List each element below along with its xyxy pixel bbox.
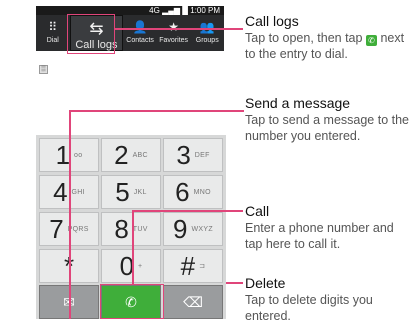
call-logs-desc: Tap to open, then tap ✆ next to the entr… — [245, 30, 414, 62]
message-leader-h — [69, 110, 244, 112]
key-digit: # — [180, 251, 196, 281]
delete-leader — [226, 282, 243, 284]
backspace-icon: ⌫ — [183, 293, 203, 310]
send-message-title: Send a message — [245, 95, 351, 111]
groups-icon: 👥 — [199, 20, 215, 34]
tab-label: Contacts — [126, 37, 154, 44]
key-digit: 2 — [114, 140, 129, 170]
key-letters: GHI — [71, 188, 85, 196]
tab-label: Groups — [195, 37, 219, 44]
send-message-desc: Tap to send a message to the number you … — [245, 113, 409, 143]
delete-title: Delete — [245, 275, 286, 291]
key-letters: ABC — [132, 151, 148, 159]
phone-icon: ✆ — [365, 35, 377, 46]
call-title: Call — [245, 203, 270, 219]
key-digit: 9 — [173, 214, 188, 244]
key-letters: + — [138, 262, 143, 270]
key-digit: 8 — [114, 214, 129, 244]
signal-icon: ▂▄▆ — [162, 6, 181, 15]
key-digit: 4 — [53, 177, 68, 207]
call-logs-title: Call logs — [245, 13, 299, 29]
battery-icon: █ — [182, 6, 188, 15]
message-leader-v — [69, 110, 71, 319]
tab-label: Favorites — [159, 37, 189, 44]
key-digit: 5 — [115, 177, 130, 207]
grid-icon[interactable]: ▒ — [39, 65, 48, 74]
status-time: 1:00 PM — [190, 6, 220, 15]
call-highlight — [100, 284, 164, 319]
key-3[interactable]: 3 DEF — [163, 138, 223, 172]
key-letters: DEF — [194, 151, 210, 159]
star-icon: ★ — [168, 20, 180, 34]
key-digit: 1 — [55, 140, 71, 170]
tab-label: Dial — [46, 37, 59, 44]
status-bar: 4G ▂▄▆ █ 1:00 PM — [36, 6, 224, 15]
call-desc: Enter a phone number and tap here to cal… — [245, 221, 394, 251]
tab-dial[interactable]: ⠿ Dial — [36, 15, 70, 51]
signal-text: 4G — [149, 6, 160, 15]
key-digit: 7 — [49, 214, 64, 244]
key-6[interactable]: 6 MNO — [163, 175, 223, 209]
voicemail-icon: oo — [74, 151, 83, 159]
call-logs-desc-before: Tap to open, then tap — [245, 31, 363, 45]
key-0[interactable]: 0 + — [101, 249, 161, 283]
pause-icon: ⊐ — [199, 263, 206, 270]
call-logs-highlight — [67, 14, 115, 54]
delete-button[interactable]: ⌫ — [163, 285, 223, 319]
key-5[interactable]: 5 JKL — [101, 175, 161, 209]
key-letters: WXYZ — [191, 225, 213, 233]
key-digit: 3 — [176, 140, 191, 170]
call-leader-v — [132, 210, 134, 284]
call-leader-h — [132, 210, 243, 212]
dialpad-icon: ⠿ — [48, 20, 58, 34]
tab-groups[interactable]: 👥 Groups — [190, 15, 224, 51]
key-hash[interactable]: # ⊐ — [163, 249, 223, 283]
key-8[interactable]: 8 TUV — [101, 212, 161, 246]
key-letters: JKL — [133, 188, 147, 196]
contacts-icon: 👤 — [132, 20, 148, 34]
key-2[interactable]: 2 ABC — [101, 138, 161, 172]
screen: 4G ▂▄▆ █ 1:00 PM ⠿ Dial ⇆ Call logs 👤 Co… — [0, 0, 414, 323]
key-letters: MNO — [193, 188, 211, 196]
key-9[interactable]: 9 WXYZ — [163, 212, 223, 246]
key-letters: PQRS — [67, 225, 89, 233]
tab-favorites[interactable]: ★ Favorites — [157, 15, 191, 51]
call-logs-leader — [115, 28, 243, 30]
key-digit: 6 — [175, 177, 190, 207]
key-letters: TUV — [132, 225, 148, 233]
phone-tab-bar: ⠿ Dial ⇆ Call logs 👤 Contacts ★ Favorite… — [36, 15, 224, 51]
delete-desc: Tap to delete digits you entered. — [245, 293, 373, 323]
tab-contacts[interactable]: 👤 Contacts — [123, 15, 157, 51]
